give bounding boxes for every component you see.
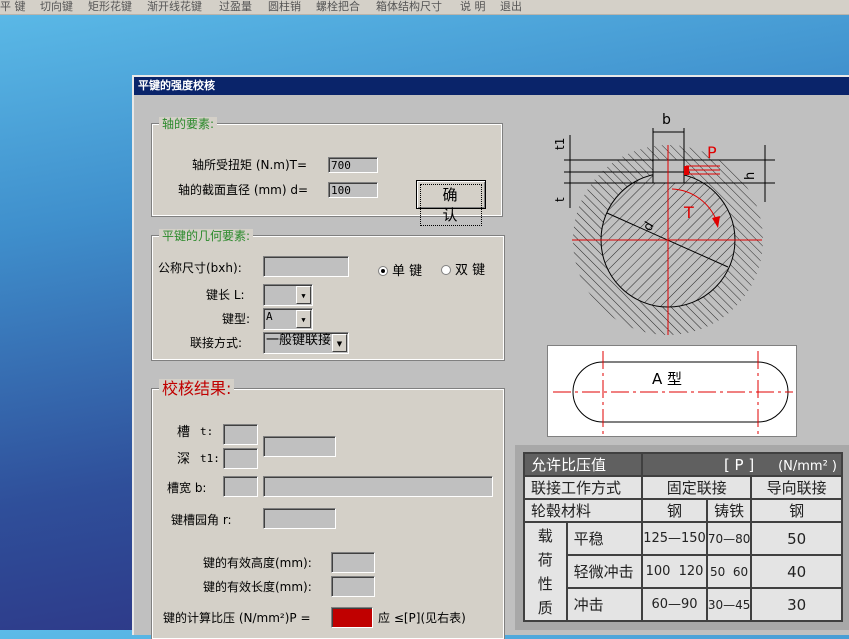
- table-row: 冲击 60—90 30—45 30: [524, 587, 843, 622]
- menu-housing[interactable]: 箱体结构尺寸: [376, 0, 442, 14]
- length-combo[interactable]: ▼: [263, 284, 313, 306]
- table-cell: 轻微冲击: [565, 554, 644, 590]
- connection-value: 一般键联接: [266, 333, 332, 348]
- menu-exit[interactable]: 退出: [500, 0, 522, 14]
- table-row: 轮毂材料钢铸铁钢: [522, 498, 843, 524]
- confirm-label: 确 认: [420, 184, 482, 226]
- table-cell: 30: [750, 587, 843, 622]
- table-cell: [ P ] (N/mm² ): [641, 451, 843, 478]
- double-key-radio[interactable]: 双 键: [438, 262, 496, 280]
- menu-bolt[interactable]: 螺栓把合: [316, 0, 360, 14]
- label-t: t: [553, 197, 567, 202]
- a-type-key-diagram: A 型: [547, 345, 797, 437]
- shaft-group-title: 轴的要素:: [159, 117, 218, 132]
- table-cell: 70—80: [705, 521, 753, 557]
- slot-t1-label: t1:: [200, 452, 220, 465]
- label-P: P: [707, 143, 717, 162]
- connection-label: 联接方式:: [190, 336, 243, 350]
- table-cell: 载荷性质: [523, 521, 568, 622]
- table-cell: 允许比压值: [522, 451, 644, 478]
- chevron-down-icon[interactable]: ▼: [296, 310, 311, 328]
- table-cell: 钢: [641, 498, 708, 524]
- table-cell: 30—45: [705, 587, 753, 622]
- single-key-radio[interactable]: 单 键: [375, 263, 434, 281]
- table-cell: 平稳: [565, 521, 644, 557]
- table-cell: 固定联接: [641, 475, 753, 501]
- table-cell: 50: [750, 521, 843, 557]
- table-cell: 联接工作方式: [522, 475, 644, 501]
- table-cell: 40: [750, 554, 843, 590]
- menu-rect-spline[interactable]: 矩形花键: [88, 0, 132, 14]
- table-cell: 钢: [750, 498, 843, 524]
- table-cell: 50 60: [705, 554, 753, 590]
- slot-char-2: 深: [177, 452, 191, 467]
- type-value: A: [266, 310, 273, 323]
- effective-length-label: 键的有效长度(mm):: [203, 580, 312, 594]
- slot-t-output: [223, 424, 258, 445]
- radius-label: 键槽园角 r:: [171, 513, 232, 527]
- double-key-label: 双 键: [455, 263, 486, 278]
- key-section-diagram: b t1 t h d P T: [553, 112, 775, 335]
- pressure-label: 键的计算比压 (N/mm²)P =: [163, 611, 311, 625]
- pressure-output: [331, 607, 373, 628]
- label-h: h: [743, 172, 758, 180]
- menu-interference[interactable]: 过盈量: [219, 0, 252, 14]
- width-label: 槽宽 b:: [167, 481, 207, 495]
- result-group-title: 校核结果:: [159, 379, 235, 399]
- table-cell: 铸铁: [705, 498, 753, 524]
- effective-height-label: 键的有效高度(mm):: [203, 556, 312, 570]
- type-combo[interactable]: A ▼: [263, 308, 313, 330]
- effective-height-output: [331, 552, 375, 573]
- confirm-button[interactable]: 确 认: [416, 180, 486, 226]
- menu-pin[interactable]: 圆柱销: [268, 0, 301, 14]
- chevron-down-icon[interactable]: ▼: [332, 334, 347, 352]
- slot-t-label: t:: [200, 425, 214, 438]
- window-title: 平键的强度校核: [134, 77, 849, 95]
- geometry-group-title: 平键的几何要素:: [159, 229, 254, 244]
- unit: (N/mm² ): [778, 458, 837, 474]
- p-symbol: [ P ]: [723, 455, 755, 474]
- table-cell: 100 120: [641, 554, 708, 590]
- table-cell: 轮毂材料: [522, 498, 644, 524]
- type-label: 键型:: [222, 312, 251, 326]
- table-cell: 60—90: [641, 587, 708, 622]
- table-row: 载荷性质 平稳 125—150 70—80 50: [523, 521, 843, 622]
- radio-checked-icon: [378, 266, 388, 276]
- diameter-input[interactable]: 100: [328, 182, 378, 198]
- nominal-label: 公称尺寸(bxh):: [158, 261, 242, 275]
- slot-char-1: 槽: [177, 425, 191, 440]
- length-label: 键长 L:: [206, 288, 245, 302]
- torque-label: 轴所受扭矩 (N.m)T=: [192, 158, 308, 172]
- menu-tangential-key[interactable]: 切向键: [40, 0, 73, 14]
- key-type-label: A 型: [652, 370, 682, 388]
- menu-flat-key[interactable]: 平 键: [0, 0, 26, 14]
- menu-help[interactable]: 说 明: [460, 0, 486, 14]
- torque-input[interactable]: 700: [328, 157, 378, 173]
- chevron-down-icon[interactable]: ▼: [296, 286, 311, 304]
- table-row: 轻微冲击 100 120 50 60 40: [524, 554, 843, 590]
- slot-width-output: [223, 476, 258, 497]
- label-T: T: [683, 203, 694, 222]
- single-key-label: 单 键: [392, 264, 423, 279]
- slot-t1-output: [223, 448, 258, 469]
- table-row: 允许比压值[ P ] (N/mm² ): [522, 451, 843, 478]
- table-cell: 导向联接: [750, 475, 843, 501]
- label-b: b: [662, 112, 671, 128]
- table-row: 联接工作方式 固定联接 导向联接: [522, 475, 843, 501]
- radius-output: [263, 508, 336, 529]
- label-t1: t1: [553, 138, 567, 150]
- radio-unchecked-icon: [441, 265, 451, 275]
- table-cell: 125—150: [641, 521, 708, 557]
- table-cell: 冲击: [565, 587, 644, 622]
- diameter-label: 轴的截面直径 (mm) d=: [178, 183, 309, 197]
- connection-combo[interactable]: 一般键联接 ▼: [263, 332, 349, 354]
- menu-involute-spline[interactable]: 渐开线花键: [147, 0, 202, 14]
- slot-width-tolerance-output: [263, 476, 493, 497]
- effective-length-output: [331, 576, 375, 597]
- nominal-size-input[interactable]: [263, 256, 349, 277]
- slot-depth-output: [263, 436, 336, 457]
- menu-bar: 平 键 切向键 矩形花键 渐开线花键 过盈量 圆柱销 螺栓把合 箱体结构尺寸 说…: [0, 0, 849, 15]
- allowable-pressure-table: 允许比压值[ P ] (N/mm² ) 联接工作方式 固定联接 导向联接 轮毂材料钢…: [522, 451, 843, 622]
- pressure-note: 应 ≤[P](见右表): [378, 611, 466, 625]
